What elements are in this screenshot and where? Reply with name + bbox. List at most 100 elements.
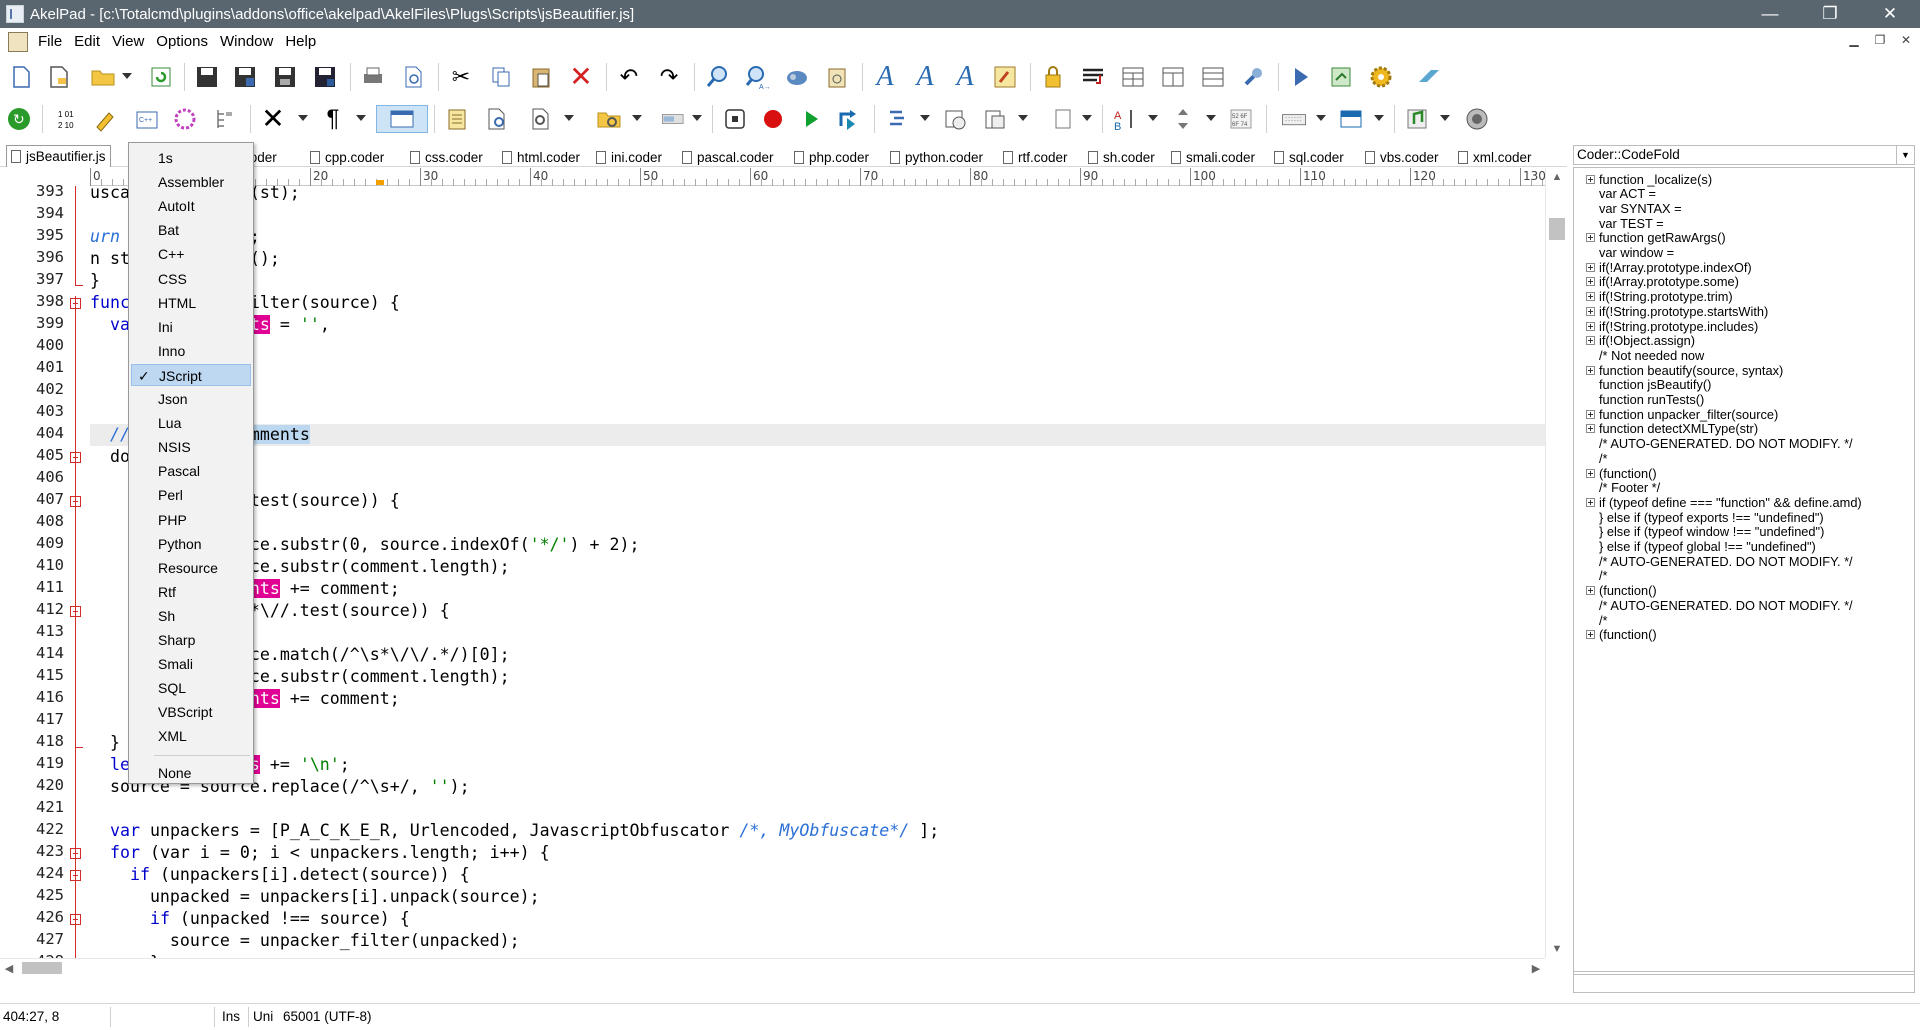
language-menu-item[interactable]: Sharp [131,629,251,651]
codefold-panel-selector[interactable]: Coder::CodeFold ▼ [1573,145,1915,165]
expand-plus-icon[interactable] [1586,409,1595,419]
language-menu-item[interactable]: HTML [131,292,251,314]
run-script-icon[interactable] [1286,63,1316,91]
language-menu-item[interactable]: Resource [131,557,251,579]
paste-special-dropdown-arrow[interactable] [1018,115,1028,121]
save-all-icon[interactable] [270,63,300,91]
language-menu-item[interactable]: Ini [131,316,251,338]
language-menu-item[interactable]: Inno [131,340,251,362]
font-icon[interactable]: A [870,63,900,91]
codefold-tree[interactable]: function _localize(s) var ACT = var SYNTAX… [1573,167,1915,975]
vertical-scrollbar[interactable]: ▲ ▼ [1545,168,1567,958]
line-numbers-icon[interactable]: 1 01 2 10 [54,105,84,133]
macro-repeat-icon[interactable] [834,105,864,133]
keyboard-dropdown-arrow[interactable] [1316,115,1326,121]
status-newline[interactable]: Uni [253,1009,273,1024]
delete-icon[interactable]: ✕ [566,63,596,91]
horizontal-scrollbar[interactable]: ◀ ▶ [0,958,1545,976]
scroll-right-icon[interactable]: ▶ [1527,959,1545,977]
language-menu-none[interactable]: None [131,762,251,784]
syntax-language-icon[interactable]: C++ [132,105,162,133]
code-fold-icon[interactable] [210,105,240,133]
print-icon[interactable] [358,63,388,91]
tab-sh-coder[interactable]: sh.coder [1088,147,1155,167]
window-list-icon[interactable] [652,105,696,133]
macro-stop-icon[interactable] [720,105,750,133]
language-menu-item[interactable]: Json [131,388,251,410]
find-in-files-icon[interactable] [526,105,556,133]
minimize-button[interactable]: — [1740,0,1800,28]
whitespace-dropdown-arrow[interactable] [356,115,366,121]
tab-vbs-coder[interactable]: vbs.coder [1365,147,1439,167]
horizontal-scroll-thumb[interactable] [22,962,62,974]
codefold-tree-item[interactable]: /* AUTO-GENERATED. DO NOT MODIFY. */ [1586,552,1853,570]
expand-plus-icon[interactable] [1586,306,1595,316]
marker-pen-icon[interactable] [90,105,120,133]
chevron-down-icon[interactable]: ▼ [1896,146,1914,164]
tab-view-icon[interactable] [376,105,428,133]
language-menu-item[interactable]: Python [131,533,251,555]
menu-options[interactable]: Options [152,33,216,50]
replace-icon[interactable]: A→B [742,63,772,91]
language-menu-item[interactable]: Sh [131,605,251,627]
codefold-tree-item[interactable]: /* AUTO-GENERATED. DO NOT MODIFY. */ [1586,435,1853,453]
open-dropdown-arrow[interactable] [122,73,132,79]
tab-css-coder[interactable]: css.coder [410,147,483,167]
document-icon[interactable] [8,31,28,52]
tab-xml-coder[interactable]: xml.coder [1458,147,1532,167]
save-as-icon[interactable] [230,63,260,91]
language-menu-item[interactable]: NSIS [131,436,251,458]
tab-jsbeautifier[interactable]: jsBeautifier.js [6,145,111,167]
menu-edit[interactable]: Edit [70,33,108,50]
coder-highlight-icon[interactable]: ↻ [4,105,34,133]
font-increase-icon[interactable]: A [910,63,940,91]
expand-plus-icon[interactable] [1586,468,1595,478]
language-menu-item[interactable]: Lua [131,412,251,434]
clipboard-icon[interactable] [822,63,852,91]
menu-window[interactable]: Window [216,33,281,50]
date-time-icon[interactable] [940,105,970,133]
expand-plus-icon[interactable] [1586,424,1595,434]
expand-plus-icon[interactable] [1586,497,1595,507]
tab-cpp-coder[interactable]: cpp.coder [310,147,384,167]
vertical-scroll-thumb[interactable] [1549,218,1565,240]
move-lines-icon[interactable] [1168,105,1198,133]
keyboard-icon[interactable] [1274,105,1314,133]
macro-record-icon[interactable] [758,105,788,133]
window-list-dropdown-arrow[interactable] [692,115,702,121]
explorer-icon[interactable] [594,105,624,133]
expand-plus-icon[interactable] [1586,174,1595,184]
blank-doc-icon[interactable] [1048,105,1078,133]
expand-plus-icon[interactable] [1586,365,1595,375]
font-decrease-icon[interactable]: A [950,63,980,91]
close-dropdown-arrow[interactable] [298,115,308,121]
color-theme-icon[interactable] [990,63,1020,91]
settings-wrench-icon[interactable] [1238,63,1268,91]
speech-dropdown-arrow[interactable] [1440,115,1450,121]
format-icon[interactable] [882,105,912,133]
panel-icon[interactable] [1336,105,1366,133]
sort-icon[interactable]: AB [1110,105,1140,133]
tab-pascal-coder[interactable]: pascal.coder [682,147,774,167]
language-menu-item[interactable]: VBScript [131,701,251,723]
macro-play-icon[interactable] [796,105,826,133]
panel-dropdown-arrow[interactable] [1374,115,1384,121]
language-menu-item[interactable]: ✓ JScript [131,363,251,386]
status-insert-mode[interactable]: Ins [222,1009,240,1024]
reopen-icon[interactable] [146,63,176,91]
maximize-button[interactable]: ❐ [1800,0,1860,28]
undo-icon[interactable]: ↶ [614,63,644,91]
exit-icon[interactable] [1414,63,1444,91]
codefold-filter-input[interactable] [1573,971,1915,993]
new-file-icon[interactable] [6,63,36,91]
language-menu-item[interactable]: Rtf [131,581,251,603]
tab-php-coder[interactable]: php.coder [794,147,869,167]
split-horizontal-icon[interactable] [1198,63,1228,91]
expand-plus-icon[interactable] [1586,277,1595,287]
hex-view-icon[interactable]: 52 6F 6F 74 [1226,105,1256,133]
plugins-icon[interactable] [1326,63,1356,91]
language-menu-item[interactable]: SQL [131,677,251,699]
close-all-icon[interactable]: ✕ [258,105,288,133]
format-dropdown-arrow[interactable] [920,115,930,121]
expand-plus-icon[interactable] [1586,630,1595,640]
